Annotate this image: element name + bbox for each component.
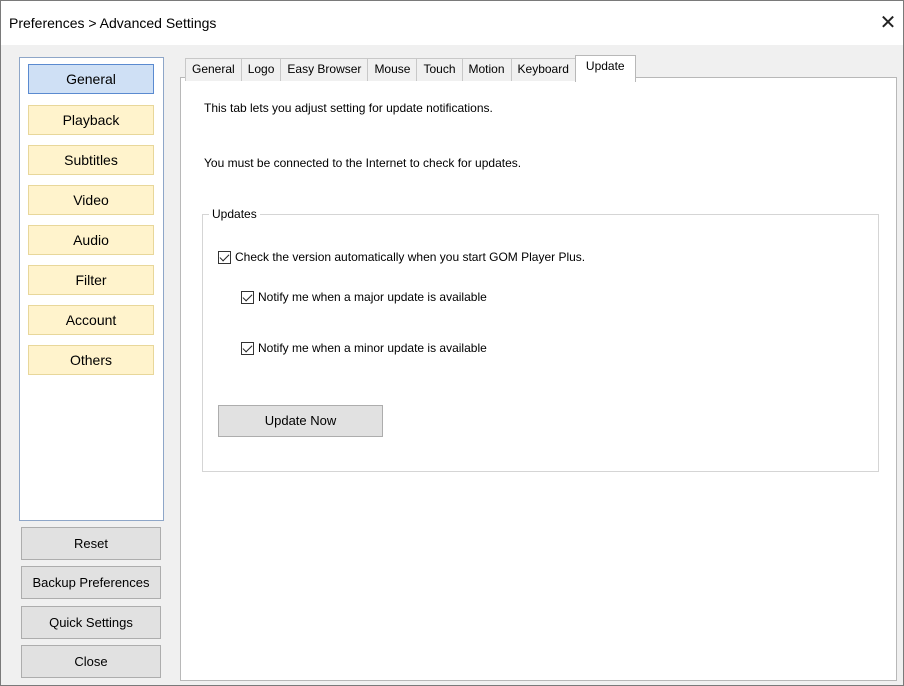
category-general[interactable]: General (28, 64, 154, 94)
tab-easy-browser[interactable]: Easy Browser (280, 58, 369, 81)
category-subtitles[interactable]: Subtitles (28, 145, 154, 175)
notify-minor-label: Notify me when a minor update is availab… (258, 341, 487, 355)
category-others[interactable]: Others (28, 345, 154, 375)
notify-minor-checkbox[interactable] (241, 341, 254, 355)
tab-description: This tab lets you adjust setting for upd… (204, 101, 493, 115)
auto-check-option[interactable]: Check the version automatically when you… (218, 250, 585, 264)
quick-settings-button[interactable]: Quick Settings (21, 606, 161, 639)
backup-preferences-button[interactable]: Backup Preferences (21, 566, 161, 599)
tab-mouse[interactable]: Mouse (367, 58, 418, 81)
update-now-button[interactable]: Update Now (218, 405, 383, 437)
category-video[interactable]: Video (28, 185, 154, 215)
auto-check-checkbox[interactable] (218, 250, 231, 264)
internet-note: You must be connected to the Internet to… (204, 156, 522, 170)
notify-major-label: Notify me when a major update is availab… (258, 290, 487, 304)
category-list: General Playback Subtitles Video Audio F… (19, 57, 164, 521)
category-audio[interactable]: Audio (28, 225, 154, 255)
preferences-window: Preferences > Advanced Settings ✕ Genera… (0, 0, 904, 686)
tab-keyboard[interactable]: Keyboard (510, 58, 576, 81)
close-button[interactable]: Close (21, 645, 161, 678)
notify-minor-option[interactable]: Notify me when a minor update is availab… (241, 341, 487, 355)
close-icon[interactable]: ✕ (873, 7, 903, 37)
tab-strip: General Logo Easy Browser Mouse Touch Mo… (185, 55, 636, 82)
window-title: Preferences > Advanced Settings (9, 15, 217, 31)
notify-major-checkbox[interactable] (241, 290, 254, 304)
notify-major-option[interactable]: Notify me when a major update is availab… (241, 290, 487, 304)
title-bar: Preferences > Advanced Settings ✕ (1, 1, 903, 45)
tab-touch[interactable]: Touch (416, 58, 463, 81)
auto-check-label: Check the version automatically when you… (235, 250, 586, 264)
tab-update[interactable]: Update (574, 55, 636, 82)
category-account[interactable]: Account (28, 305, 154, 335)
tab-motion[interactable]: Motion (461, 58, 512, 81)
tab-general[interactable]: General (185, 58, 242, 81)
tab-logo[interactable]: Logo (240, 58, 282, 81)
category-playback[interactable]: Playback (28, 105, 154, 135)
reset-button[interactable]: Reset (21, 527, 161, 560)
updates-group-title: Updates (209, 207, 260, 221)
category-filter[interactable]: Filter (28, 265, 154, 295)
